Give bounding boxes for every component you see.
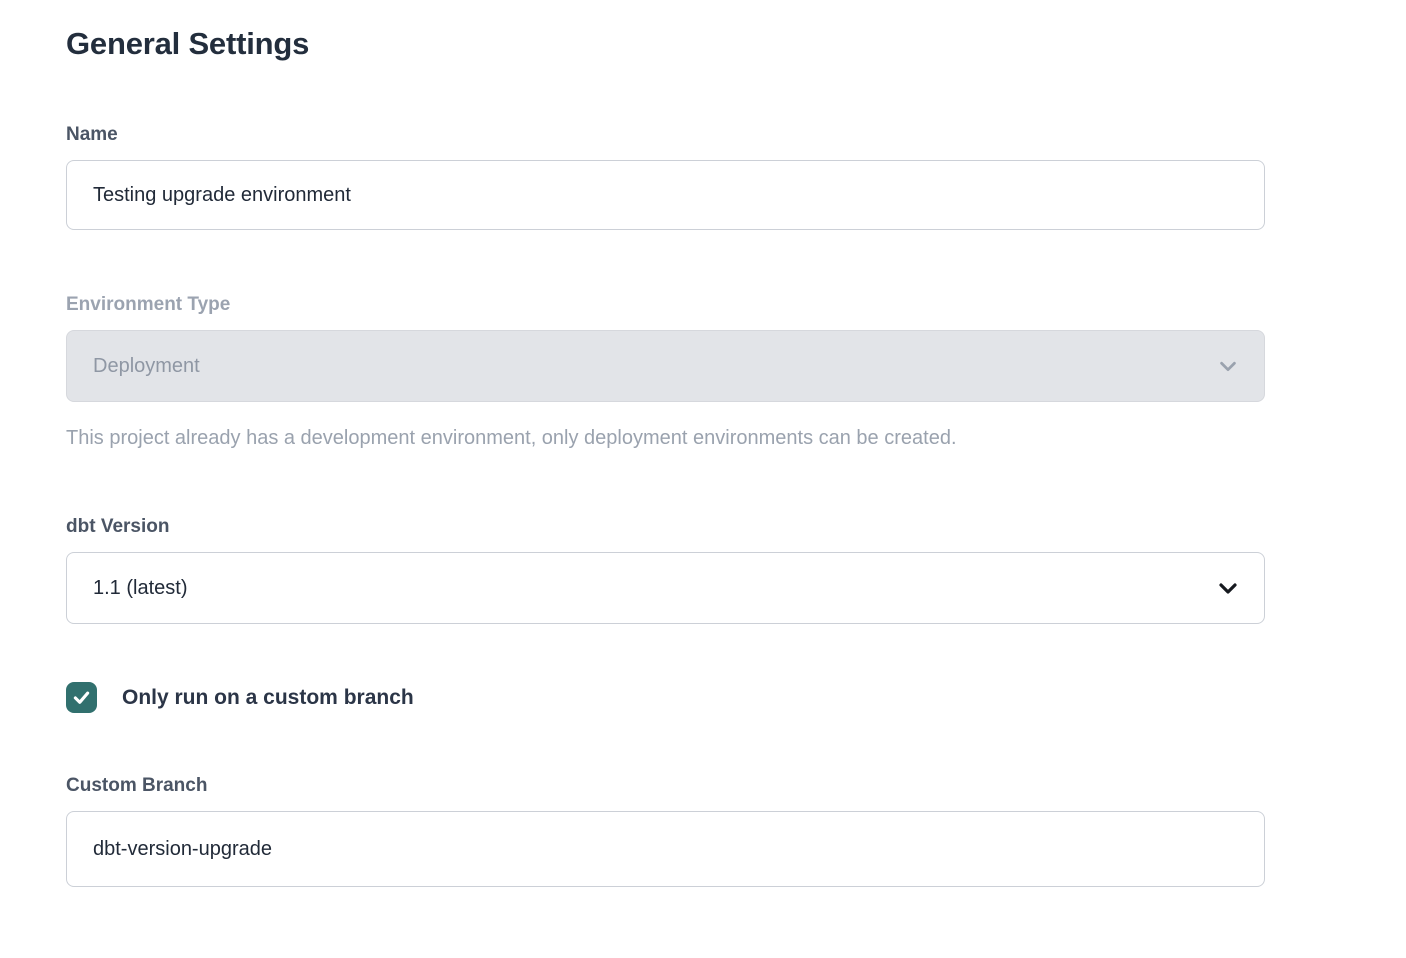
page-title: General Settings xyxy=(66,26,1265,62)
chevron-down-icon xyxy=(1216,576,1240,600)
environment-type-select: Deployment xyxy=(66,330,1265,402)
custom-branch-field-group: Custom Branch xyxy=(66,775,1265,887)
dbt-version-field-group: dbt Version 1.1 (latest) xyxy=(66,516,1265,624)
name-input[interactable] xyxy=(66,160,1265,230)
custom-branch-toggle-label[interactable]: Only run on a custom branch xyxy=(122,686,414,710)
name-field-group: Name xyxy=(66,124,1265,230)
environment-type-field-group: Environment Type Deployment This project… xyxy=(66,294,1265,450)
general-settings-page: General Settings Name Environment Type D… xyxy=(0,0,1406,958)
dbt-version-value: 1.1 (latest) xyxy=(93,577,187,600)
custom-branch-toggle-row: Only run on a custom branch xyxy=(66,682,1265,713)
name-label: Name xyxy=(66,124,1265,146)
custom-branch-checkbox[interactable] xyxy=(66,682,97,713)
custom-branch-input[interactable] xyxy=(66,811,1265,887)
chevron-down-icon xyxy=(1216,354,1240,378)
custom-branch-label: Custom Branch xyxy=(66,775,1265,797)
environment-type-label: Environment Type xyxy=(66,294,1265,316)
checkmark-icon xyxy=(71,687,92,708)
dbt-version-label: dbt Version xyxy=(66,516,1265,538)
environment-type-value: Deployment xyxy=(93,355,200,378)
environment-type-helper-text: This project already has a development e… xyxy=(66,427,1265,450)
dbt-version-select[interactable]: 1.1 (latest) xyxy=(66,552,1265,624)
